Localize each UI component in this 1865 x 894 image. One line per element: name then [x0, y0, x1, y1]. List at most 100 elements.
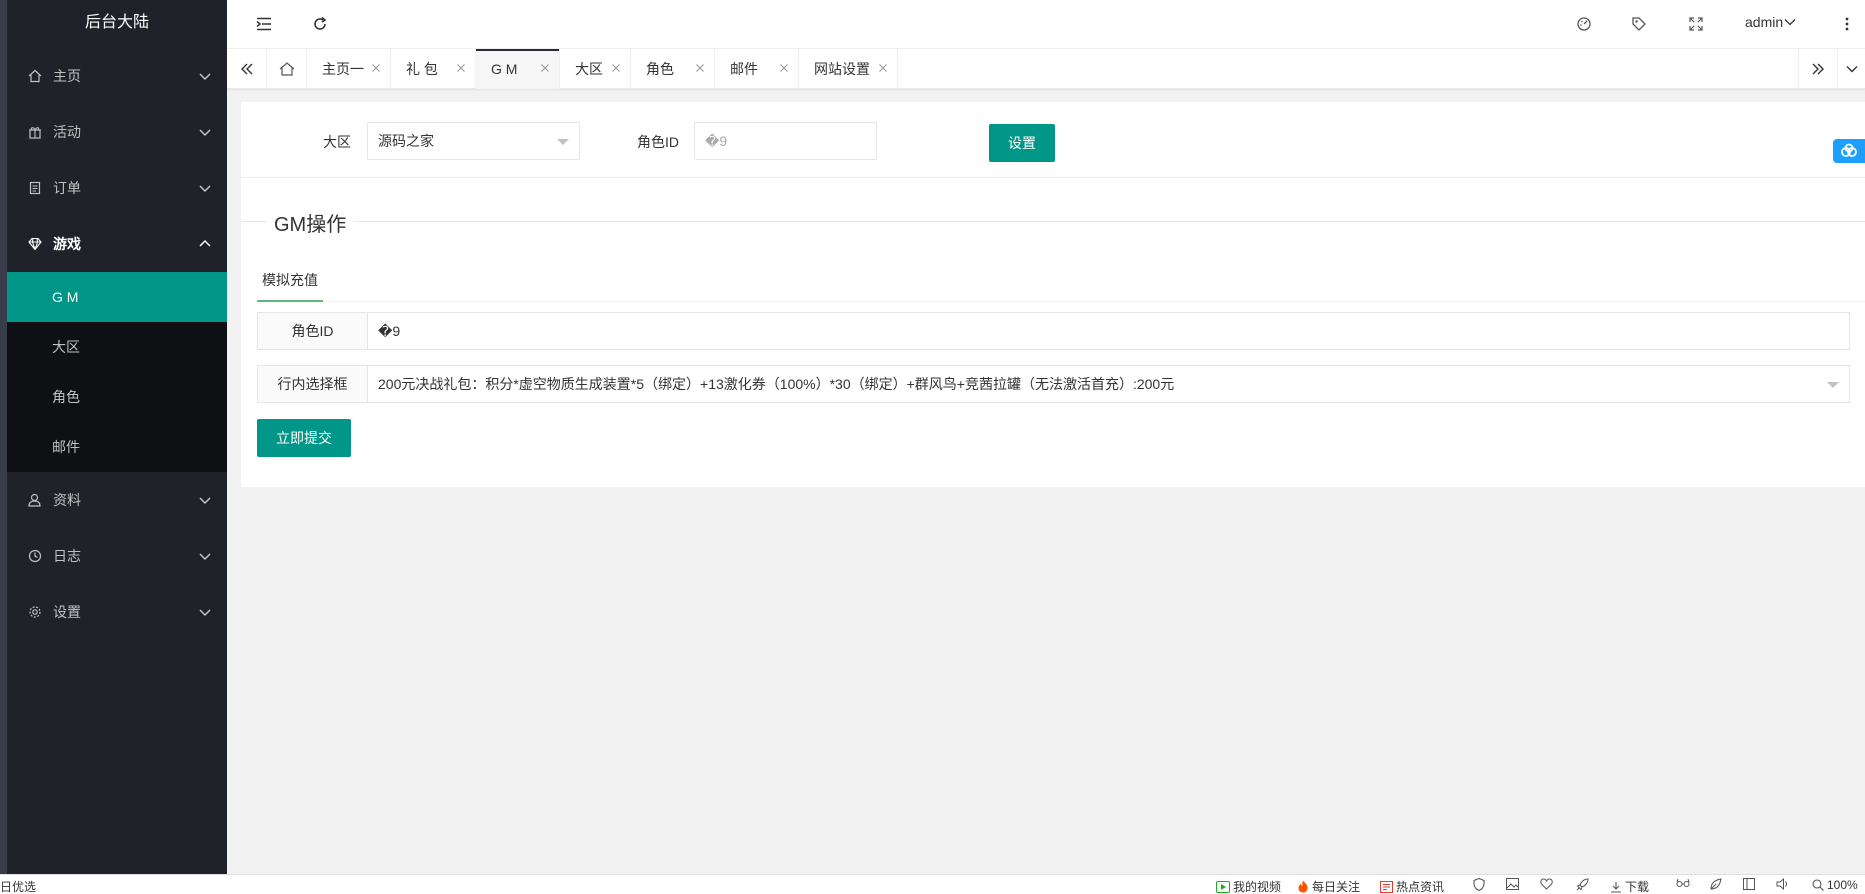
sidebar-subitem-mail[interactable]: 邮件 [7, 422, 227, 472]
theme-icon[interactable] [1574, 14, 1594, 34]
flame-icon [1298, 880, 1308, 893]
package-select-label: 行内选择框 [258, 366, 368, 402]
set-button[interactable]: 设置 [989, 124, 1055, 162]
window-icon[interactable] [1743, 878, 1758, 890]
zoom-level: 100% [1827, 878, 1858, 892]
top-header: admin [227, 0, 1865, 49]
chevron-down-icon [199, 129, 211, 137]
sidebar-item-label: 资料 [53, 492, 81, 508]
sidebar-item-home[interactable]: 主页 [7, 48, 227, 104]
cloud-link-icon [1841, 143, 1857, 157]
tab-gm[interactable]: G M [476, 49, 560, 89]
daily-follow-link[interactable]: 每日关注 [1297, 878, 1360, 894]
sidebar-subitem-region[interactable]: 大区 [7, 322, 227, 372]
close-icon[interactable] [370, 62, 382, 74]
user-icon [27, 492, 43, 508]
chevron-down-icon [199, 609, 211, 617]
sidebar-item-profile[interactable]: 资料 [7, 472, 227, 528]
tab-dropdown-icon[interactable] [1838, 49, 1865, 89]
zoom-control[interactable]: 100% [1812, 878, 1858, 892]
region-select-value: 源码之家 [378, 133, 434, 149]
sidebar: 后台大陆 主页 活动 订单 游戏 G M 大区 角色 邮件 资料 日志 设置 [0, 0, 227, 874]
sidebar-subitem-role[interactable]: 角色 [7, 372, 227, 422]
tab-home-1[interactable]: 主页一 [307, 49, 391, 89]
sidebar-item-label: 日志 [53, 548, 81, 564]
close-icon[interactable] [694, 62, 706, 74]
close-icon[interactable] [877, 62, 889, 74]
tag-icon[interactable] [1629, 14, 1649, 34]
news-icon [1380, 880, 1393, 893]
tab-mail[interactable]: 邮件 [715, 49, 799, 89]
gm-subtabs: 模拟充值 [257, 262, 1865, 302]
filter-bar: 大区 源码之家 角色ID �9 设置 [241, 102, 1865, 178]
dropdown-arrow-icon [1827, 382, 1839, 388]
close-icon[interactable] [610, 62, 622, 74]
role-id-label: 角色ID [637, 134, 679, 150]
package-select[interactable]: 200元决战礼包：积分*虚空物质生成装置*5（绑定）+13激化券（100%）*3… [368, 366, 1849, 402]
fieldset-divider [241, 221, 1865, 222]
sidebar-item-game[interactable]: 游戏 [7, 216, 227, 272]
sidebar-item-log[interactable]: 日志 [7, 528, 227, 584]
tab-bar: 主页一 礼 包 G M 大区 角色 邮件 网站设置 [227, 49, 1865, 89]
gift-icon [27, 124, 43, 140]
tab-label: 网站设置 [814, 61, 870, 77]
hot-news-link[interactable]: 热点资讯 [1380, 878, 1444, 894]
tab-label: 邮件 [730, 61, 758, 77]
menu-toggle-icon[interactable] [254, 14, 274, 34]
user-menu[interactable]: admin [1745, 14, 1797, 30]
role-id-field[interactable]: �9 [368, 313, 1849, 349]
status-left-text[interactable]: 日优选 [0, 878, 36, 894]
tab-home-icon[interactable] [267, 49, 307, 89]
chevron-down-icon [199, 553, 211, 561]
clipboard-icon [27, 180, 43, 196]
sidebar-subitem-gm[interactable]: G M [7, 272, 227, 322]
close-icon[interactable] [778, 62, 790, 74]
image-icon[interactable] [1506, 878, 1522, 890]
app-logo[interactable]: 后台大陆 [7, 0, 227, 48]
sidebar-strip [0, 0, 7, 874]
heart-rate-icon[interactable] [1540, 878, 1556, 890]
glasses-icon[interactable] [1676, 878, 1693, 888]
tab-simulate-recharge[interactable]: 模拟充值 [257, 262, 323, 302]
package-select-value: 200元决战礼包：积分*虚空物质生成装置*5（绑定）+13激化券（100%）*3… [378, 376, 1175, 392]
my-videos-label: 我的视频 [1233, 880, 1282, 894]
gm-card: 大区 源码之家 角色ID �9 设置 GM操作 模拟充值 角色ID �9 行内选… [241, 102, 1865, 487]
close-icon[interactable] [539, 62, 551, 74]
game-submenu: G M 大区 角色 邮件 [7, 272, 227, 472]
my-videos-link[interactable]: 我的视频 [1216, 878, 1281, 894]
refresh-icon[interactable] [310, 14, 330, 34]
region-label: 大区 [323, 134, 351, 150]
clock-icon [27, 548, 43, 564]
more-vertical-icon[interactable] [1837, 14, 1857, 34]
sidebar-item-activity[interactable]: 活动 [7, 104, 227, 160]
tab-gift[interactable]: 礼 包 [391, 49, 476, 89]
tab-role[interactable]: 角色 [631, 49, 715, 89]
chevron-down-icon [1784, 19, 1796, 26]
role-id-input[interactable]: �9 [694, 122, 877, 160]
download-link[interactable]: 下载 [1610, 878, 1649, 894]
sidebar-item-orders[interactable]: 订单 [7, 160, 227, 216]
download-label: 下载 [1625, 880, 1650, 894]
shield-icon[interactable] [1473, 878, 1488, 891]
speaker-icon[interactable] [1776, 878, 1792, 890]
role-id-row: 角色ID �9 [257, 312, 1850, 350]
gm-section-title: GM操作 [266, 208, 355, 237]
fullscreen-icon[interactable] [1686, 14, 1706, 34]
browser-status-bar: 日优选 我的视频 每日关注 热点资讯 下载 100% [0, 874, 1865, 894]
close-icon[interactable] [455, 62, 467, 74]
rocket-icon[interactable] [1576, 878, 1592, 891]
chevron-down-icon [199, 497, 211, 505]
tab-region[interactable]: 大区 [560, 49, 631, 89]
tab-site-settings[interactable]: 网站设置 [799, 49, 898, 89]
leaf-icon[interactable] [1709, 878, 1725, 891]
tab-scroll-right-icon[interactable] [1798, 49, 1838, 89]
sidebar-item-label: 主页 [53, 68, 81, 84]
video-icon [1216, 880, 1230, 893]
submit-button[interactable]: 立即提交 [257, 419, 351, 457]
region-select[interactable]: 源码之家 [367, 122, 580, 160]
chevron-down-icon [199, 185, 211, 193]
sidebar-item-settings[interactable]: 设置 [7, 584, 227, 640]
tab-scroll-left-icon[interactable] [227, 49, 267, 89]
tab-label: 礼 包 [406, 61, 438, 77]
floating-assistant-button[interactable] [1833, 139, 1865, 163]
